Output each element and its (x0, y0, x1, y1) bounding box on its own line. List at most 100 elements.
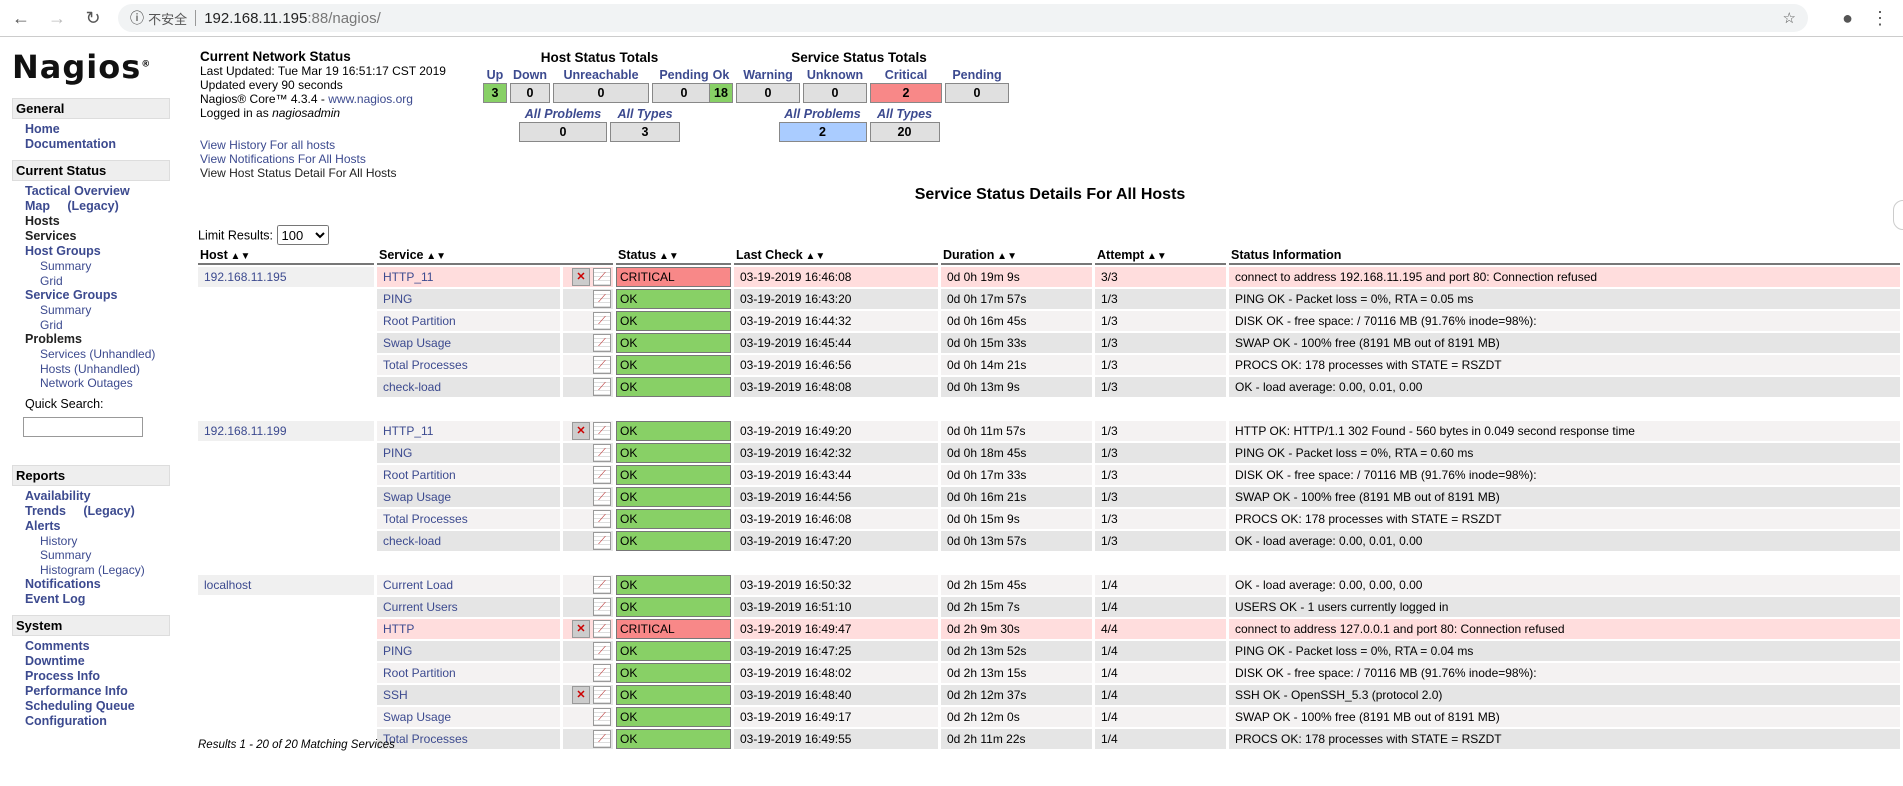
host_totals-sub-value[interactable]: 0 (519, 122, 607, 142)
back-icon[interactable]: ← (6, 8, 36, 29)
sidebar-item-services-unhandled[interactable]: Services (Unhandled) (40, 347, 170, 362)
service-link[interactable]: Total Processes (383, 732, 468, 746)
host_totals-sub-label[interactable]: All Types (610, 107, 680, 121)
notifications-disabled-icon[interactable]: ✕ (572, 686, 590, 704)
column-header-last-check[interactable]: Last Check ▲▼ (734, 247, 938, 265)
service_totals-value[interactable]: 0 (736, 83, 800, 103)
quick-search-input[interactable] (23, 416, 143, 437)
service-link[interactable]: HTTP (383, 622, 414, 636)
sidebar-item-comments[interactable]: Comments (25, 639, 170, 654)
service-link[interactable]: Swap Usage (383, 490, 451, 504)
sort-arrows-icon[interactable]: ▲▼ (423, 251, 446, 262)
service-link[interactable]: Root Partition (383, 468, 456, 482)
service-link[interactable]: Total Processes (383, 358, 468, 372)
sidebar-item-host-groups[interactable]: Host Groups (25, 244, 170, 259)
service-link[interactable]: Swap Usage (383, 710, 451, 724)
service-link[interactable]: Root Partition (383, 314, 456, 328)
sidebar-item-summary[interactable]: Summary (40, 259, 170, 274)
sidebar-item-services[interactable]: Services (25, 229, 170, 244)
column-header-service[interactable]: Service ▲▼ (377, 247, 613, 265)
nagios-logo[interactable]: Nagios® (12, 48, 170, 86)
sidebar-item-summary[interactable]: Summary (40, 548, 170, 563)
sidebar-item-scheduling-queue[interactable]: Scheduling Queue (25, 699, 170, 714)
sidebar-item-configuration[interactable]: Configuration (25, 714, 170, 729)
performance-graph-icon[interactable]: ⟋ (593, 686, 611, 704)
service-link[interactable]: PING (383, 644, 412, 658)
performance-graph-icon[interactable]: ⟋ (593, 664, 611, 682)
view-notifications-link[interactable]: View Notifications For All Hosts (200, 152, 446, 166)
performance-graph-icon[interactable]: ⟋ (593, 532, 611, 550)
service-link[interactable]: check-load (383, 534, 441, 548)
sidebar-item-alerts[interactable]: Alerts (25, 519, 170, 534)
sort-arrows-icon[interactable]: ▲▼ (228, 251, 251, 262)
bookmark-star-icon[interactable]: ☆ (1783, 9, 1796, 27)
sidebar-item-problems[interactable]: Problems (25, 332, 170, 347)
performance-graph-icon[interactable]: ⟋ (593, 642, 611, 660)
sidebar-item-hosts[interactable]: Hosts (25, 214, 170, 229)
host_totals-value[interactable]: 0 (553, 83, 649, 103)
service_totals-label[interactable]: Ok (709, 68, 733, 82)
notifications-disabled-icon[interactable]: ✕ (572, 422, 590, 440)
info-icon[interactable]: ⓘ (130, 8, 144, 28)
host_totals-label[interactable]: Unreachable (553, 68, 649, 82)
sort-arrows-icon[interactable]: ▲▼ (994, 251, 1017, 262)
performance-graph-icon[interactable]: ⟋ (593, 422, 611, 440)
performance-graph-icon[interactable]: ⟋ (593, 730, 611, 748)
service-link[interactable]: Root Partition (383, 666, 456, 680)
column-header-host[interactable]: Host ▲▼ (198, 247, 374, 265)
limit-select[interactable]: 100 (276, 225, 329, 245)
service_totals-value[interactable]: 18 (709, 83, 733, 103)
sidebar-item-grid[interactable]: Grid (40, 318, 170, 333)
service_totals-sub-label[interactable]: All Types (870, 107, 940, 121)
performance-graph-icon[interactable]: ⟋ (593, 576, 611, 594)
scroll-handle[interactable] (1893, 200, 1903, 230)
service_totals-value[interactable]: 0 (945, 83, 1009, 103)
performance-graph-icon[interactable]: ⟋ (593, 268, 611, 286)
sort-arrows-icon[interactable]: ▲▼ (1144, 251, 1167, 262)
performance-graph-icon[interactable]: ⟋ (593, 488, 611, 506)
performance-graph-icon[interactable]: ⟋ (593, 510, 611, 528)
host_totals-label[interactable]: Up (483, 68, 507, 82)
menu-icon[interactable]: ⋮ (1871, 8, 1889, 29)
host_totals-value[interactable]: 0 (510, 83, 550, 103)
sidebar-item-summary[interactable]: Summary (40, 303, 170, 318)
sidebar-item-documentation[interactable]: Documentation (25, 137, 170, 152)
column-header-status-information[interactable]: Status Information (1229, 247, 1900, 265)
performance-graph-icon[interactable]: ⟋ (593, 708, 611, 726)
performance-graph-icon[interactable]: ⟋ (593, 334, 611, 352)
sidebar-item-service-groups[interactable]: Service Groups (25, 288, 170, 303)
service-link[interactable]: PING (383, 292, 412, 306)
sidebar-item-hosts-unhandled[interactable]: Hosts (Unhandled) (40, 362, 170, 377)
host-cell[interactable]: localhost (198, 575, 374, 595)
service-link[interactable]: check-load (383, 380, 441, 394)
sidebar-item-history[interactable]: History (40, 534, 170, 549)
service_totals-value[interactable]: 0 (803, 83, 867, 103)
view-history-link[interactable]: View History For all hosts (200, 138, 446, 152)
service_totals-label[interactable]: Critical (870, 68, 942, 82)
sidebar-item-availability[interactable]: Availability (25, 489, 170, 504)
sidebar-item-grid[interactable]: Grid (40, 274, 170, 289)
forward-icon[interactable]: → (42, 8, 72, 29)
sidebar-item-network-outages[interactable]: Network Outages (40, 376, 170, 391)
sidebar-item-trends-legacy[interactable]: Trends (Legacy) (25, 504, 170, 519)
sidebar-item-downtime[interactable]: Downtime (25, 654, 170, 669)
service_totals-sub-value[interactable]: 2 (778, 122, 867, 142)
performance-graph-icon[interactable]: ⟋ (593, 356, 611, 374)
host-cell[interactable]: 192.168.11.195 (198, 267, 374, 287)
view-host-status-link[interactable]: View Host Status Detail For All Hosts (200, 166, 446, 180)
performance-graph-icon[interactable]: ⟋ (593, 378, 611, 396)
host_totals-sub-value[interactable]: 3 (610, 122, 680, 142)
notifications-disabled-icon[interactable]: ✕ (572, 268, 590, 286)
service-link[interactable]: HTTP_11 (383, 270, 433, 284)
performance-graph-icon[interactable]: ⟋ (593, 312, 611, 330)
host_totals-sub-label[interactable]: All Problems (519, 107, 607, 121)
host-link[interactable]: localhost (204, 578, 251, 592)
address-bar[interactable]: ⓘ 不安全 192.168.11.195:88/nagios/ ☆ (118, 4, 1808, 32)
account-icon[interactable]: ● (1842, 8, 1853, 29)
host_totals-label[interactable]: Down (510, 68, 550, 82)
performance-graph-icon[interactable]: ⟋ (593, 466, 611, 484)
service-link[interactable]: HTTP_11 (383, 424, 433, 438)
host-link[interactable]: 192.168.11.195 (204, 270, 287, 284)
sort-arrows-icon[interactable]: ▲▼ (656, 251, 679, 262)
performance-graph-icon[interactable]: ⟋ (593, 620, 611, 638)
